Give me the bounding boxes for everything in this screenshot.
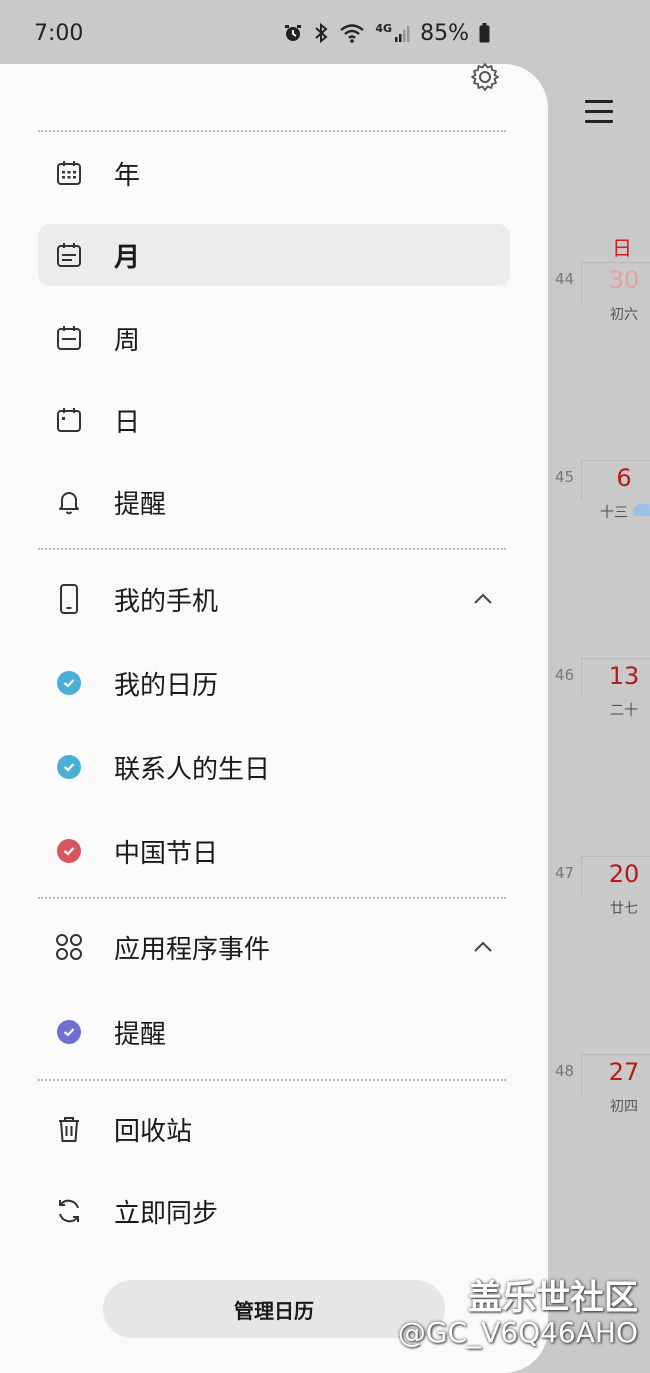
checked-circle-icon	[54, 1017, 84, 1047]
calendar-label: 我的日历	[114, 670, 219, 701]
watermark-handle: @GC_V6Q46AHO	[397, 1316, 638, 1349]
checked-circle-icon	[54, 668, 84, 698]
group-app-events[interactable]: 应用程序事件	[38, 916, 510, 978]
group-label: 应用程序事件	[114, 934, 271, 965]
divider	[38, 548, 506, 550]
status-icons: 4G 85%	[283, 21, 490, 46]
watermark-title: 盖乐世社区	[468, 1278, 638, 1318]
view-day[interactable]: 日	[38, 389, 510, 451]
calendar-day[interactable]: 27	[595, 1058, 650, 1086]
trash-label: 回收站	[114, 1116, 193, 1147]
divider	[38, 130, 506, 132]
divider	[38, 1079, 506, 1081]
status-time: 7:00	[34, 20, 84, 46]
calendar-week-icon	[54, 323, 84, 353]
trash-item[interactable]: 回收站	[38, 1098, 510, 1160]
gear-icon[interactable]	[470, 62, 500, 92]
network-type: 4G	[375, 21, 393, 35]
sync-now-item[interactable]: 立即同步	[38, 1180, 510, 1242]
manage-calendars-button[interactable]: 管理日历	[103, 1280, 445, 1338]
sync-label: 立即同步	[114, 1198, 219, 1229]
calendar-label: 提醒	[114, 1019, 167, 1050]
signal-icon	[395, 26, 410, 42]
checked-circle-icon	[54, 836, 84, 866]
cloud-icon	[633, 504, 650, 516]
week-number: 46	[555, 666, 575, 684]
calendar-contacts-birthdays[interactable]: 联系人的生日	[38, 736, 510, 798]
calendar-day[interactable]: 6	[595, 464, 650, 492]
lunar-date: 初四	[610, 1099, 638, 1115]
view-label: 周	[114, 325, 141, 356]
calendar-chinese-holidays[interactable]: 中国节日	[38, 820, 510, 882]
week-number: 45	[555, 468, 575, 486]
chevron-up-icon[interactable]	[472, 936, 494, 958]
navigation-drawer: 年 月 周 日 提醒 我的手机 我的日历 联系人的生日 中国节日 应用程序事件 …	[0, 62, 548, 1373]
chevron-up-icon[interactable]	[472, 588, 494, 610]
week-number: 44	[555, 270, 575, 288]
calendar-label: 联系人的生日	[114, 754, 271, 785]
battery-percent: 85%	[420, 20, 469, 46]
calendar-day[interactable]: 30	[595, 266, 650, 294]
calendar-app-reminders[interactable]: 提醒	[38, 1001, 510, 1063]
status-bar: 7:00 4G 85%	[0, 0, 650, 66]
sync-icon	[54, 1196, 84, 1226]
menu-icon[interactable]	[585, 100, 613, 128]
bluetooth-icon	[315, 22, 328, 44]
divider	[38, 897, 506, 899]
checked-circle-icon	[54, 752, 84, 782]
calendar-my-calendar[interactable]: 我的日历	[38, 652, 510, 714]
calendar-day[interactable]: 20	[595, 860, 650, 888]
alarm-icon	[285, 25, 302, 41]
day-of-week-header: 日	[612, 236, 632, 260]
calendar-day[interactable]: 13	[595, 662, 650, 690]
wifi-icon	[340, 24, 365, 43]
trash-icon	[54, 1114, 84, 1144]
lunar-date: 初六	[610, 307, 638, 323]
view-label: 提醒	[114, 489, 167, 520]
view-week[interactable]: 周	[38, 307, 510, 369]
view-reminders[interactable]: 提醒	[38, 471, 510, 533]
view-year[interactable]: 年	[38, 142, 510, 204]
calendar-label: 中国节日	[114, 838, 219, 869]
apps-icon	[54, 932, 84, 962]
calendar-day-icon	[54, 405, 84, 435]
group-label: 我的手机	[114, 586, 219, 617]
view-month[interactable]: 月	[38, 224, 510, 286]
week-number: 48	[555, 1062, 575, 1080]
lunar-date: 廿七	[610, 901, 638, 917]
phone-icon	[54, 584, 84, 614]
calendar-month-icon	[54, 240, 84, 270]
week-number: 47	[555, 864, 575, 882]
lunar-date: 二十	[610, 703, 638, 719]
bell-icon	[54, 487, 84, 517]
view-label: 年	[114, 160, 141, 191]
view-label: 日	[114, 407, 141, 438]
group-my-phone[interactable]: 我的手机	[38, 568, 510, 630]
calendar-year-icon	[54, 158, 84, 188]
battery-icon	[479, 23, 490, 43]
view-label: 月	[114, 242, 141, 273]
